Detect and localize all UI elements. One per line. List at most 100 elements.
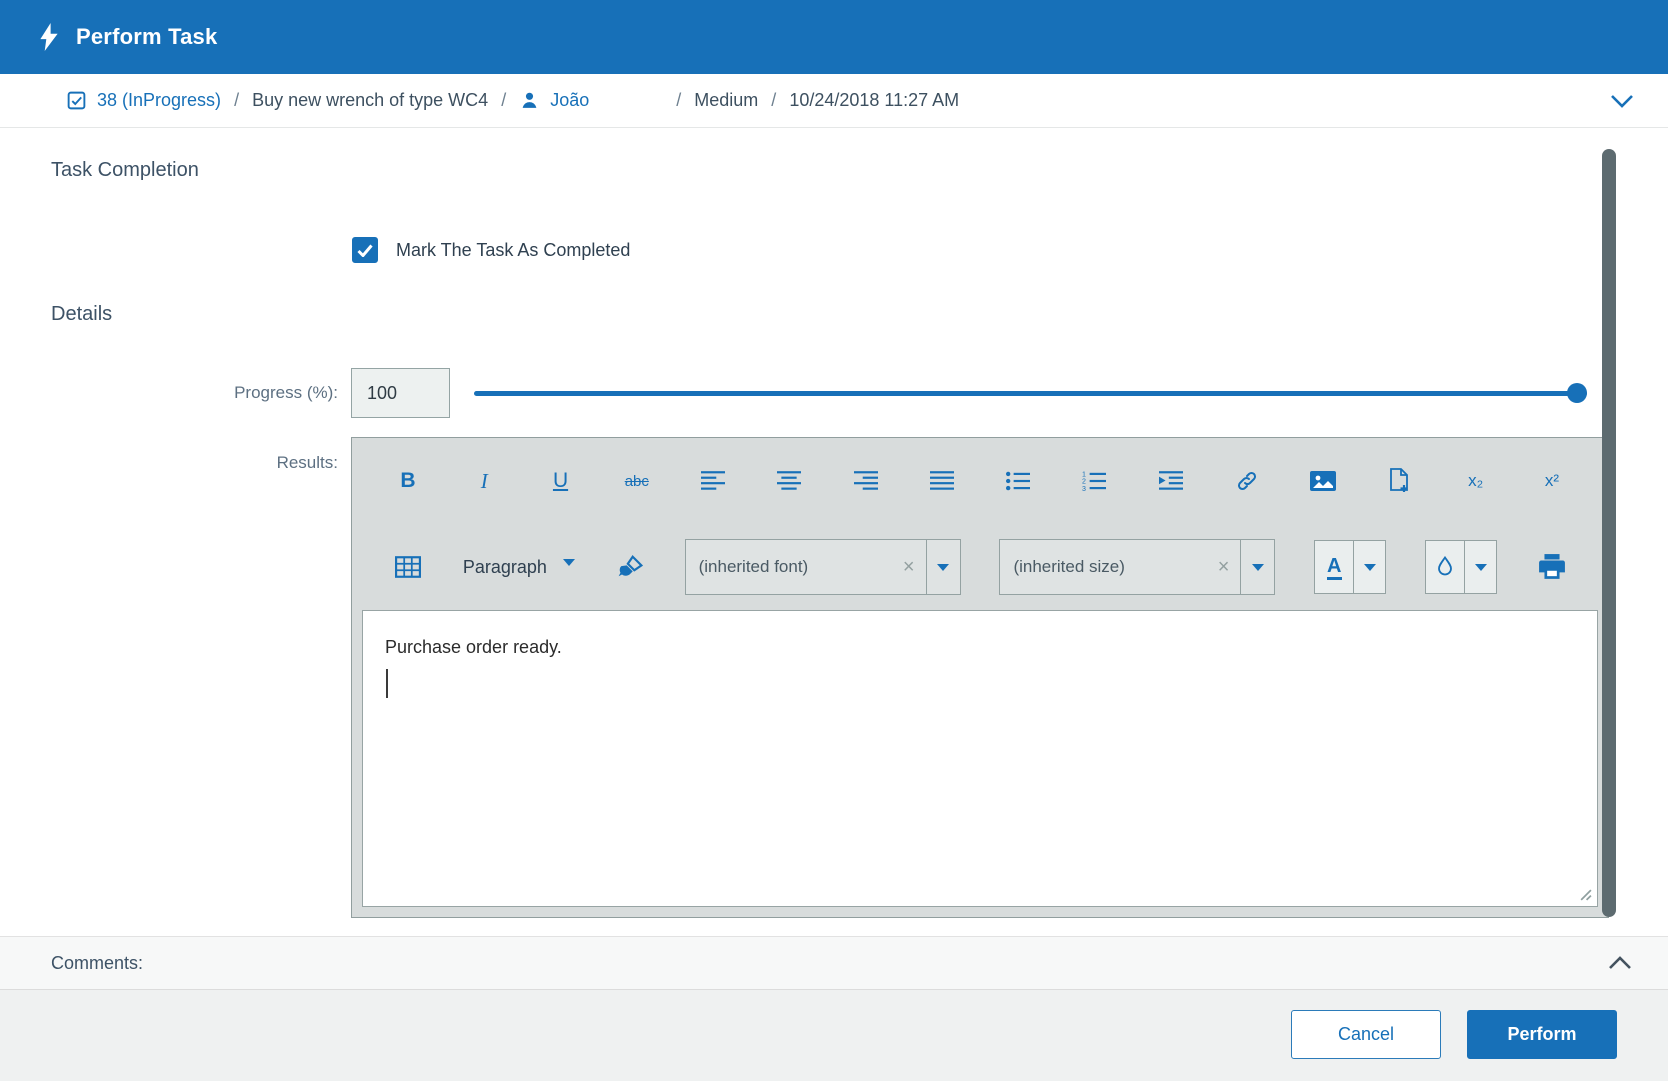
print-button[interactable] [1536, 545, 1568, 589]
droplet-icon [1437, 556, 1453, 578]
chevron-up-icon [1608, 956, 1632, 970]
breadcrumb-collapse-button[interactable] [1606, 90, 1638, 112]
scrollbar-thumb[interactable] [1602, 149, 1616, 917]
task-checklist-icon [66, 90, 87, 111]
font-size-combo[interactable]: (inherited size) × [999, 539, 1275, 595]
vertical-scrollbar[interactable] [1602, 149, 1616, 917]
superscript-icon: x² [1545, 471, 1559, 491]
breadcrumb-separator: / [234, 90, 239, 111]
link-icon [1234, 469, 1260, 493]
editor-toolbar-row2: Paragraph (inherited font) × (inherited … [352, 524, 1608, 610]
subscript-icon: x₂ [1468, 471, 1483, 491]
strikethrough-button[interactable]: abc [621, 459, 653, 503]
align-right-button[interactable] [850, 459, 882, 503]
task-timestamp: 10/24/2018 11:27 AM [789, 90, 959, 111]
bullet-list-button[interactable] [1002, 459, 1034, 503]
format-brush-icon [617, 555, 643, 579]
highlight-color-control [1425, 540, 1497, 594]
comments-collapse-button[interactable] [1604, 952, 1636, 974]
clear-size-button[interactable]: × [1207, 556, 1241, 579]
insert-table-button[interactable] [392, 545, 424, 589]
indent-icon [1159, 471, 1183, 491]
comments-section[interactable]: Comments: [0, 936, 1668, 990]
task-priority: Medium [694, 90, 758, 111]
task-ref-link[interactable]: 38 (InProgress) [97, 90, 221, 111]
table-icon [395, 556, 421, 578]
strikethrough-icon: abc [625, 473, 649, 490]
superscript-button[interactable]: x² [1536, 459, 1568, 503]
results-rich-text-editor: B I U abc 12 [351, 437, 1609, 918]
align-right-icon [854, 471, 878, 491]
check-icon [357, 244, 373, 257]
task-form: Task Completion Mark The Task As Complet… [0, 129, 1668, 936]
font-color-dropdown-button[interactable] [1354, 540, 1386, 594]
slider-thumb[interactable] [1567, 383, 1587, 403]
clear-font-button[interactable]: × [892, 556, 926, 579]
justify-button[interactable] [926, 459, 958, 503]
font-color-control: A [1314, 540, 1386, 594]
chevron-down-icon [1252, 564, 1264, 571]
breadcrumb-separator: / [676, 90, 681, 111]
chevron-down-icon [1610, 94, 1634, 108]
perform-button[interactable]: Perform [1467, 1010, 1617, 1059]
insert-link-button[interactable] [1231, 459, 1263, 503]
breadcrumb: 38 (InProgress) / Buy new wrench of type… [0, 74, 1668, 128]
chevron-down-icon [1364, 564, 1376, 571]
numbered-list-button[interactable]: 123 [1078, 459, 1110, 503]
lightning-icon [38, 23, 60, 51]
italic-icon: I [481, 469, 488, 494]
paragraph-style-dropdown[interactable]: Paragraph [463, 545, 575, 589]
task-name: Buy new wrench of type WC4 [252, 90, 488, 111]
editor-toolbar-row1: B I U abc 12 [352, 438, 1608, 524]
print-icon [1538, 554, 1566, 580]
insert-page-button[interactable] [1383, 459, 1415, 503]
slider-track [474, 391, 1587, 396]
dialog-header: Perform Task [0, 0, 1668, 74]
completed-checkbox[interactable] [352, 237, 378, 263]
perform-task-dialog: Perform Task 38 (InProgress) / Buy new w… [0, 0, 1668, 1081]
progress-slider[interactable] [474, 383, 1587, 403]
insert-image-button[interactable] [1307, 459, 1339, 503]
results-editor-content[interactable]: Purchase order ready. [362, 610, 1598, 907]
italic-button[interactable]: I [468, 459, 500, 503]
assignee-link[interactable]: João [550, 90, 589, 111]
font-family-dropdown-button[interactable] [926, 540, 960, 594]
breadcrumb-separator: / [501, 90, 506, 111]
chevron-down-icon [937, 564, 949, 571]
highlight-color-dropdown-button[interactable] [1465, 540, 1497, 594]
progress-input[interactable] [351, 368, 450, 418]
bold-button[interactable]: B [392, 459, 424, 503]
dialog-title: Perform Task [76, 24, 217, 50]
align-left-button[interactable] [697, 459, 729, 503]
underline-icon: U [553, 469, 568, 493]
bullet-list-icon [1006, 471, 1030, 491]
results-label: Results: [0, 453, 338, 473]
indent-button[interactable] [1155, 459, 1187, 503]
highlight-color-button[interactable] [1425, 540, 1465, 594]
resize-handle-icon[interactable] [1579, 888, 1592, 901]
bold-icon: B [400, 469, 415, 493]
numbered-list-icon: 123 [1082, 471, 1106, 491]
align-center-button[interactable] [773, 459, 805, 503]
font-size-dropdown-button[interactable] [1240, 540, 1274, 594]
font-family-combo[interactable]: (inherited font) × [685, 539, 961, 595]
justify-icon [930, 471, 954, 491]
cancel-button[interactable]: Cancel [1291, 1010, 1441, 1059]
completed-checkbox-label: Mark The Task As Completed [396, 240, 630, 261]
font-color-button[interactable]: A [1314, 540, 1354, 594]
progress-label: Progress (%): [0, 383, 338, 403]
chevron-down-icon [1475, 564, 1487, 571]
subscript-button[interactable]: x₂ [1460, 459, 1492, 503]
details-heading: Details [51, 303, 112, 326]
task-completion-heading: Task Completion [51, 159, 199, 182]
dialog-footer: Cancel Perform [0, 990, 1668, 1081]
underline-button[interactable]: U [545, 459, 577, 503]
svg-text:3: 3 [1082, 485, 1086, 491]
comments-label: Comments: [51, 953, 143, 974]
mark-completed-row: Mark The Task As Completed [352, 237, 630, 263]
font-size-placeholder: (inherited size) [1000, 557, 1125, 577]
remove-format-button[interactable] [614, 545, 646, 589]
image-icon [1310, 471, 1336, 491]
chevron-down-icon [563, 559, 575, 566]
font-family-placeholder: (inherited font) [686, 557, 809, 577]
